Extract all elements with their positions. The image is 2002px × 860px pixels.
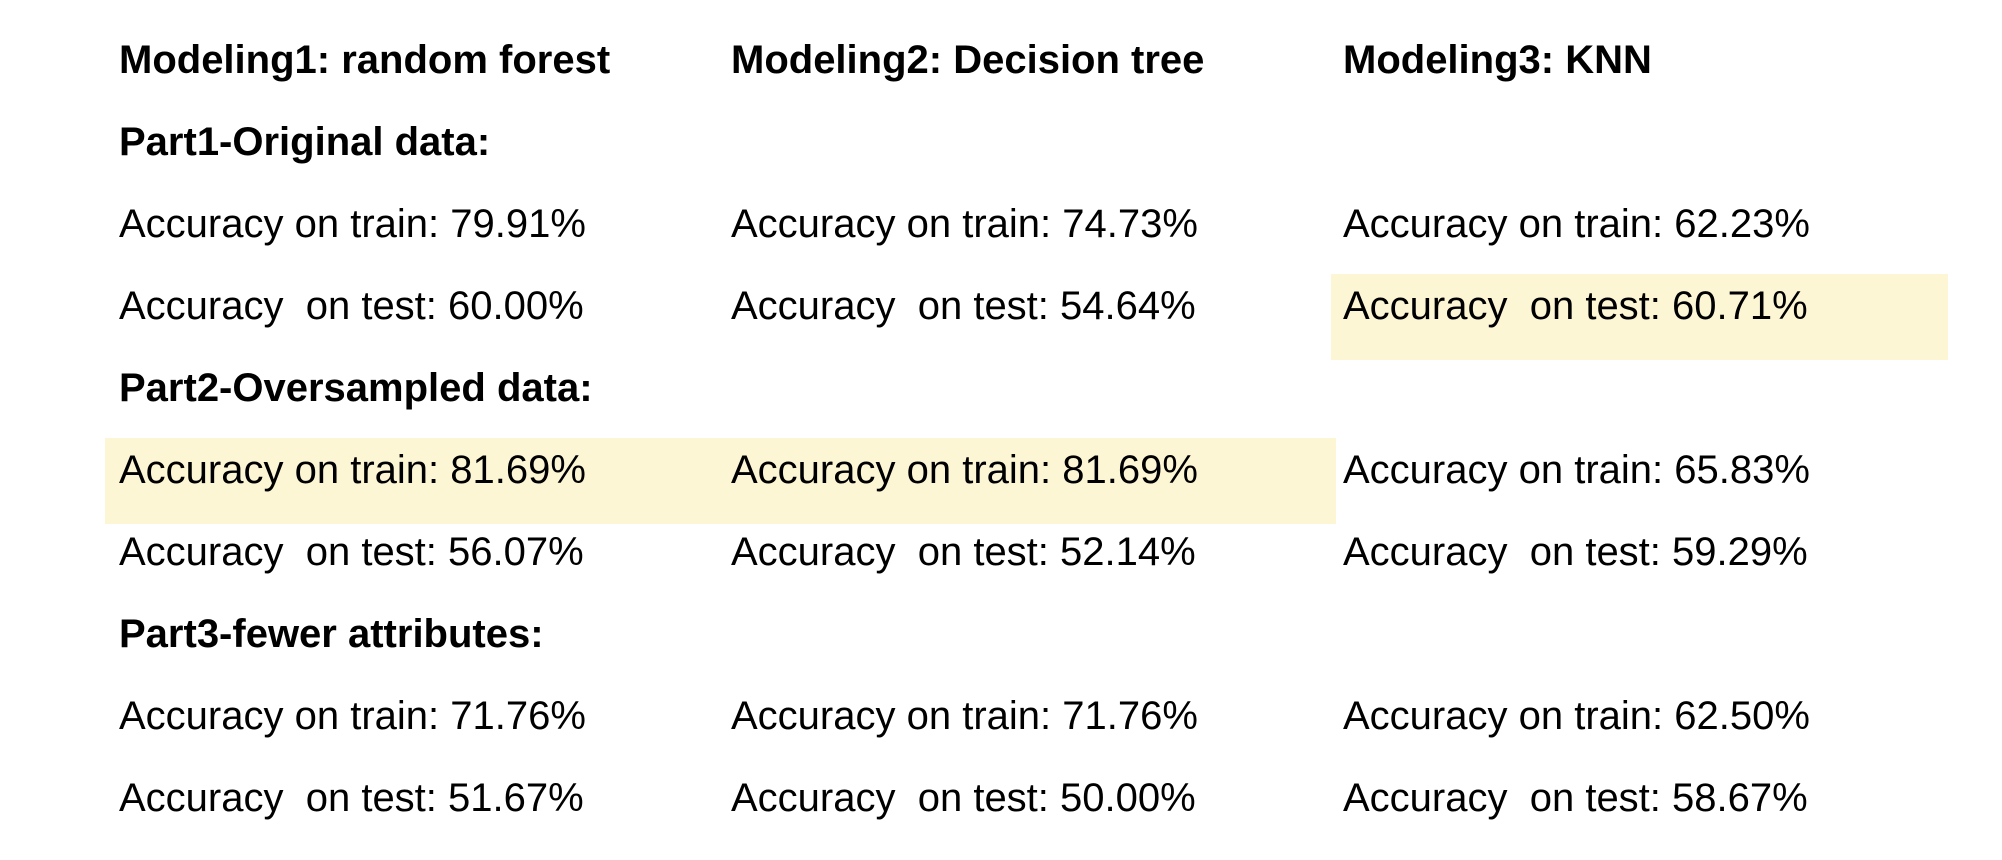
part3-rf-train: Accuracy on train: 71.76% [119, 694, 586, 738]
part2-title: Part2-Oversampled data: [119, 366, 593, 410]
part3-title-row: Part3-fewer attributes: [0, 592, 2002, 676]
part1-test-row: Accuracy on test: 60.00% Accuracy on tes… [0, 264, 2002, 348]
part2-knn-test: Accuracy on test: 59.29% [1343, 530, 1808, 574]
part1-dt-train: Accuracy on train: 74.73% [731, 202, 1198, 246]
part3-test-row: Accuracy on test: 51.67% Accuracy on tes… [0, 756, 2002, 840]
part1-knn-test: Accuracy on test: 60.71% [1343, 284, 1808, 328]
part1-rf-test: Accuracy on test: 60.00% [119, 284, 584, 328]
header-row: Modeling1: random forest Modeling2: Deci… [0, 18, 2002, 102]
part2-title-row: Part2-Oversampled data: [0, 346, 2002, 430]
part3-rf-test: Accuracy on test: 51.67% [119, 776, 584, 820]
part2-rf-train: Accuracy on train: 81.69% [119, 448, 586, 492]
header-knn: Modeling3: KNN [1343, 38, 1652, 82]
results-document: Modeling1: random forest Modeling2: Deci… [0, 0, 2002, 860]
part1-train-row: Accuracy on train: 79.91% Accuracy on tr… [0, 182, 2002, 266]
part3-dt-train: Accuracy on train: 71.76% [731, 694, 1198, 738]
part2-dt-test: Accuracy on test: 52.14% [731, 530, 1196, 574]
part2-dt-train: Accuracy on train: 81.69% [731, 448, 1198, 492]
part1-title-row: Part1-Original data: [0, 100, 2002, 184]
part3-title: Part3-fewer attributes: [119, 612, 544, 656]
part1-knn-train: Accuracy on train: 62.23% [1343, 202, 1810, 246]
part2-test-row: Accuracy on test: 56.07% Accuracy on tes… [0, 510, 2002, 594]
part3-dt-test: Accuracy on test: 50.00% [731, 776, 1196, 820]
part1-rf-train: Accuracy on train: 79.91% [119, 202, 586, 246]
header-random-forest: Modeling1: random forest [119, 38, 611, 82]
part2-knn-train: Accuracy on train: 65.83% [1343, 448, 1810, 492]
part3-knn-train: Accuracy on train: 62.50% [1343, 694, 1810, 738]
part2-rf-test: Accuracy on test: 56.07% [119, 530, 584, 574]
header-decision-tree: Modeling2: Decision tree [731, 38, 1205, 82]
part1-dt-test: Accuracy on test: 54.64% [731, 284, 1196, 328]
part3-train-row: Accuracy on train: 71.76% Accuracy on tr… [0, 674, 2002, 758]
part2-train-row: Accuracy on train: 81.69% Accuracy on tr… [0, 428, 2002, 512]
part1-title: Part1-Original data: [119, 120, 491, 164]
part3-knn-test: Accuracy on test: 58.67% [1343, 776, 1808, 820]
